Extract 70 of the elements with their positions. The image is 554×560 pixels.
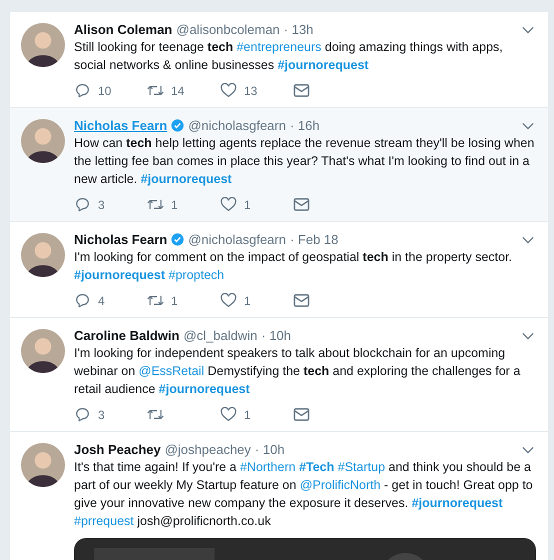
tweet-link[interactable]: #Startup <box>338 460 386 474</box>
tweet-time[interactable]: · 10h <box>254 442 285 457</box>
reply-count: 3 <box>98 408 105 422</box>
reply-count: 3 <box>98 198 105 212</box>
retweet-icon[interactable] <box>147 83 164 98</box>
caret-icon[interactable] <box>522 236 534 244</box>
user-handle[interactable]: @cl_baldwin <box>183 328 258 343</box>
tweet-link[interactable]: #journorequest <box>412 496 503 510</box>
reply-count: 10 <box>98 84 112 98</box>
mail-icon[interactable] <box>293 407 310 422</box>
tweet-text: It's that time again! If you're a #Northern #Tech #Startup and think you should be a part of our weekly My Startup feature on @ProlificNorth - get in touch! Great opp to give your innovative new company the exposure it deserves. #journorequest #prrequest josh@prolificnorth.co.uk <box>74 459 534 530</box>
avatar-icon[interactable] <box>21 119 65 163</box>
retweet-icon[interactable] <box>147 197 164 212</box>
retweet-icon[interactable] <box>147 293 164 308</box>
heart-icon[interactable] <box>220 407 237 422</box>
reply-count: 4 <box>98 294 105 308</box>
tweet-text: I'm looking for comment on the impact of geospatial tech in the property sector. #journorequest #proptech <box>74 249 514 284</box>
tweet-link[interactable]: #entrepreneurs <box>236 40 322 54</box>
tweet-link[interactable]: #proptech <box>168 268 224 282</box>
retweet-count: 14 <box>171 84 184 98</box>
tweet-text: How can tech help letting agents replace the revenue stream they'll be losing when the letting fee ban comes in place this year? That's what I'm looking to find out in a new article. #journorequest <box>74 135 536 188</box>
user-name[interactable]: Josh Peachey <box>74 442 161 457</box>
heart-icon[interactable] <box>220 293 237 308</box>
caret-icon[interactable] <box>522 446 534 454</box>
tweet-link[interactable]: @EssRetail <box>138 364 204 378</box>
caret-icon[interactable] <box>522 332 534 340</box>
heart-icon[interactable] <box>220 197 237 212</box>
mail-icon[interactable] <box>293 197 310 212</box>
avatar-icon[interactable] <box>21 329 65 373</box>
user-handle[interactable]: @alisonbcoleman <box>176 22 280 37</box>
tweet-link[interactable]: #journorequest <box>140 172 232 186</box>
tweet-text: I'm looking for independent speakers to talk about blockchain for an upcoming webinar on @EssRetail Demystifying the tech and exploring the challenges for a retail audience #journorequest <box>74 345 522 398</box>
like-count: 1 <box>244 198 251 212</box>
user-name[interactable]: Nicholas Fearn <box>74 232 168 247</box>
like-count: 1 <box>244 294 251 308</box>
reply-icon[interactable] <box>74 197 91 212</box>
mail-icon[interactable] <box>293 83 310 98</box>
like-count: 1 <box>244 408 251 422</box>
like-count: 13 <box>244 84 258 98</box>
user-handle[interactable]: @joshpeachey <box>164 442 251 457</box>
user-name[interactable]: Alison Coleman <box>74 22 172 37</box>
tweet-link[interactable]: #Tech <box>299 460 334 474</box>
tweet-link[interactable]: #journorequest <box>278 58 369 72</box>
tweet-text: Still looking for teenage tech #entrepreneurs doing amazing things with apps, social networks & online businesses #journorequest <box>74 39 504 74</box>
tweet-link[interactable]: #journorequest <box>158 382 250 396</box>
avatar-icon[interactable] <box>21 233 65 277</box>
tweet-link[interactable]: #journorequest <box>74 268 165 282</box>
tweet-link[interactable]: #Northern <box>240 460 296 474</box>
retweet-count: 1 <box>171 198 178 212</box>
avatar-icon[interactable] <box>21 23 65 67</box>
caret-icon[interactable] <box>522 26 534 34</box>
user-name[interactable]: Caroline Baldwin <box>74 328 180 343</box>
heart-icon[interactable] <box>220 83 237 98</box>
avatar-icon[interactable] <box>21 443 65 487</box>
user-handle[interactable]: @nicholasgfearn <box>188 232 286 247</box>
user-name[interactable]: Nicholas Fearn <box>74 118 168 133</box>
mail-icon[interactable] <box>293 293 310 308</box>
reply-icon[interactable] <box>74 407 91 422</box>
tweet-time[interactable]: · 13h <box>284 22 314 37</box>
tweet-time[interactable]: · Feb 18 <box>290 232 338 247</box>
reply-icon[interactable] <box>74 293 91 308</box>
reply-icon[interactable] <box>74 83 91 98</box>
user-handle[interactable]: @nicholasgfearn <box>188 118 286 133</box>
caret-icon[interactable] <box>522 122 534 130</box>
retweet-icon[interactable] <box>147 407 164 422</box>
tweet-link[interactable]: #prrequest <box>74 514 134 528</box>
tweet-link[interactable]: @ProlificNorth <box>300 478 381 492</box>
retweet-count: 1 <box>171 294 178 308</box>
tweet-time[interactable]: · 16h <box>290 118 320 133</box>
tweet-time[interactable]: · 10h <box>261 328 292 343</box>
